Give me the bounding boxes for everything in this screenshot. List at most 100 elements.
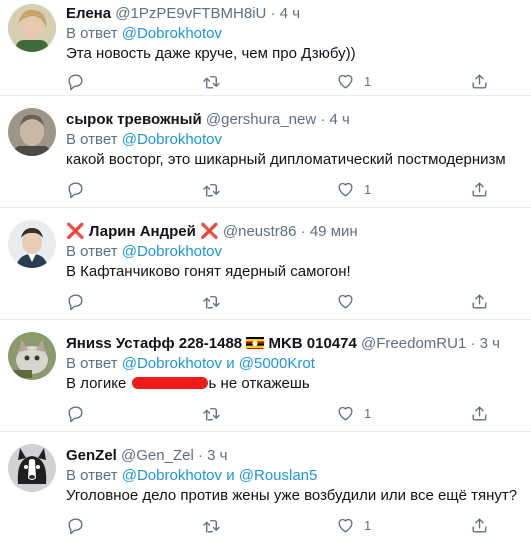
replying-to: В ответ @Dobrokhotov (66, 242, 523, 262)
display-name-suffix[interactable]: MKB 010474 (268, 335, 356, 352)
retweet-icon (203, 75, 220, 89)
share-icon (472, 181, 487, 197)
display-name[interactable]: сырок тревожный (66, 111, 202, 128)
retweet-icon (203, 519, 220, 533)
retweet-icon (203, 295, 220, 309)
share-icon (472, 405, 487, 421)
tweet-header: Яниss Устафф 228-1488 MKB 010474 @Freedo… (66, 334, 523, 354)
like-button[interactable]: 1 (336, 70, 371, 92)
mention-link[interactable]: @Dobrokhotov (122, 467, 222, 484)
tweet[interactable]: Елена @1PzPE9vFTBMH8iU · 4 ч В ответ @Do… (0, 0, 531, 96)
share-icon (472, 517, 487, 533)
user-handle[interactable]: @FreedomRU1 (361, 335, 466, 352)
replying-to: В ответ @Dobrokhotov (66, 24, 523, 44)
retweet-button[interactable] (202, 178, 221, 200)
avatar[interactable] (8, 108, 56, 156)
like-count: 1 (364, 405, 372, 421)
tweet-text: В Кафтанчиково гонят ядерный самогон! (66, 263, 351, 280)
tweet-text: Уголовное дело против жены уже возбудили… (66, 487, 518, 504)
avatar[interactable] (8, 220, 56, 268)
reply-button[interactable] (66, 514, 85, 536)
reply-icon (68, 181, 83, 198)
replying-label: В ответ (66, 25, 118, 42)
share-button[interactable] (470, 178, 489, 200)
mention-link[interactable]: @Dobrokhotov (122, 25, 222, 42)
replying-label: В ответ (66, 243, 118, 260)
tweet-actions: 1 (66, 402, 506, 424)
tweet[interactable]: Яниss Устафф 228-1488 MKB 010474 @Freedo… (0, 320, 531, 432)
like-icon (338, 294, 353, 309)
reply-button[interactable] (66, 178, 85, 200)
timestamp[interactable]: 3 ч (207, 447, 227, 464)
like-count: 1 (364, 181, 372, 197)
cross-mark-icon: ❌ (66, 223, 85, 240)
display-name[interactable]: GenZel (66, 447, 117, 464)
display-name[interactable]: Яниss Устафф 228-1488 (66, 335, 242, 352)
timestamp[interactable]: 49 мин (310, 223, 358, 240)
tweet[interactable]: GenZel @Gen_Zel · 3 ч В ответ @Dobrokhot… (0, 432, 531, 544)
share-button[interactable] (470, 402, 489, 424)
cross-mark-icon: ❌ (200, 223, 219, 240)
like-button[interactable]: 1 (336, 178, 371, 200)
user-handle[interactable]: @neustr86 (223, 223, 297, 240)
separator-dot: · (300, 223, 306, 240)
tweet-actions: 1 (66, 70, 506, 92)
tweet[interactable]: сырок тревожный @gershura_new · 4 ч В от… (0, 96, 531, 208)
mention-link[interactable]: @5000Krot (239, 355, 315, 372)
retweet-button[interactable] (202, 514, 221, 536)
retweet-button[interactable] (202, 70, 221, 92)
timestamp[interactable]: 4 ч (280, 5, 300, 22)
mention-conjunction: и (226, 355, 235, 372)
like-icon (338, 406, 353, 421)
separator-dot: · (197, 447, 203, 464)
share-button[interactable] (470, 70, 489, 92)
tweet[interactable]: ❌ Ларин Андрей ❌ @neustr86 · 49 мин В от… (0, 208, 531, 320)
avatar[interactable] (8, 444, 56, 492)
tweet-text: какой восторг, это шикарный дипломатичес… (66, 151, 506, 168)
like-button[interactable] (336, 290, 364, 312)
like-count: 1 (364, 73, 372, 89)
tweet-text-end: не откажешь (220, 375, 310, 392)
retweet-button[interactable] (202, 290, 221, 312)
mention-link[interactable]: @Rouslan5 (239, 467, 318, 484)
separator-dot: · (470, 335, 476, 352)
reply-icon (68, 293, 83, 310)
separator-dot: · (320, 111, 326, 128)
reply-button[interactable] (66, 70, 85, 92)
retweet-button[interactable] (202, 402, 221, 424)
mention-link[interactable]: @Dobrokhotov (122, 131, 222, 148)
tweet-header: ❌ Ларин Андрей ❌ @neustr86 · 49 мин (66, 222, 523, 242)
share-button[interactable] (470, 290, 489, 312)
tweet-text: В логике ь не откажешь (66, 374, 523, 394)
display-name[interactable]: Елена (66, 5, 111, 22)
reply-icon (68, 517, 83, 534)
timestamp[interactable]: 4 ч (330, 111, 350, 128)
share-icon (472, 73, 487, 89)
user-handle[interactable]: @gershura_new (206, 111, 316, 128)
avatar[interactable] (8, 4, 56, 52)
mention-link[interactable]: @Dobrokhotov (122, 243, 222, 260)
tweet-actions: 1 (66, 178, 506, 200)
reply-button[interactable] (66, 290, 85, 312)
replying-label: В ответ (66, 131, 118, 148)
timestamp[interactable]: 3 ч (480, 335, 500, 352)
like-button[interactable]: 1 (336, 402, 371, 424)
display-name[interactable]: Ларин Андрей (89, 223, 196, 240)
mention-link[interactable]: @Dobrokhotov (122, 355, 222, 372)
user-handle[interactable]: @1PzPE9vFTBMH8iU (115, 5, 266, 22)
tweet-actions: 1 (66, 514, 506, 536)
replying-label: В ответ (66, 355, 118, 372)
tweet-header: GenZel @Gen_Zel · 3 ч (66, 446, 523, 466)
share-button[interactable] (470, 514, 489, 536)
tweet-text-start: В логике (66, 375, 127, 392)
like-count: 1 (364, 517, 372, 533)
retweet-icon (203, 407, 220, 421)
share-icon (472, 293, 487, 309)
like-icon (338, 518, 353, 533)
like-button[interactable]: 1 (336, 514, 371, 536)
user-handle[interactable]: @Gen_Zel (121, 447, 194, 464)
replying-to: В ответ @Dobrokhotov (66, 130, 523, 150)
avatar[interactable] (8, 332, 56, 380)
reply-button[interactable] (66, 402, 85, 424)
redaction-scribble (131, 377, 208, 389)
